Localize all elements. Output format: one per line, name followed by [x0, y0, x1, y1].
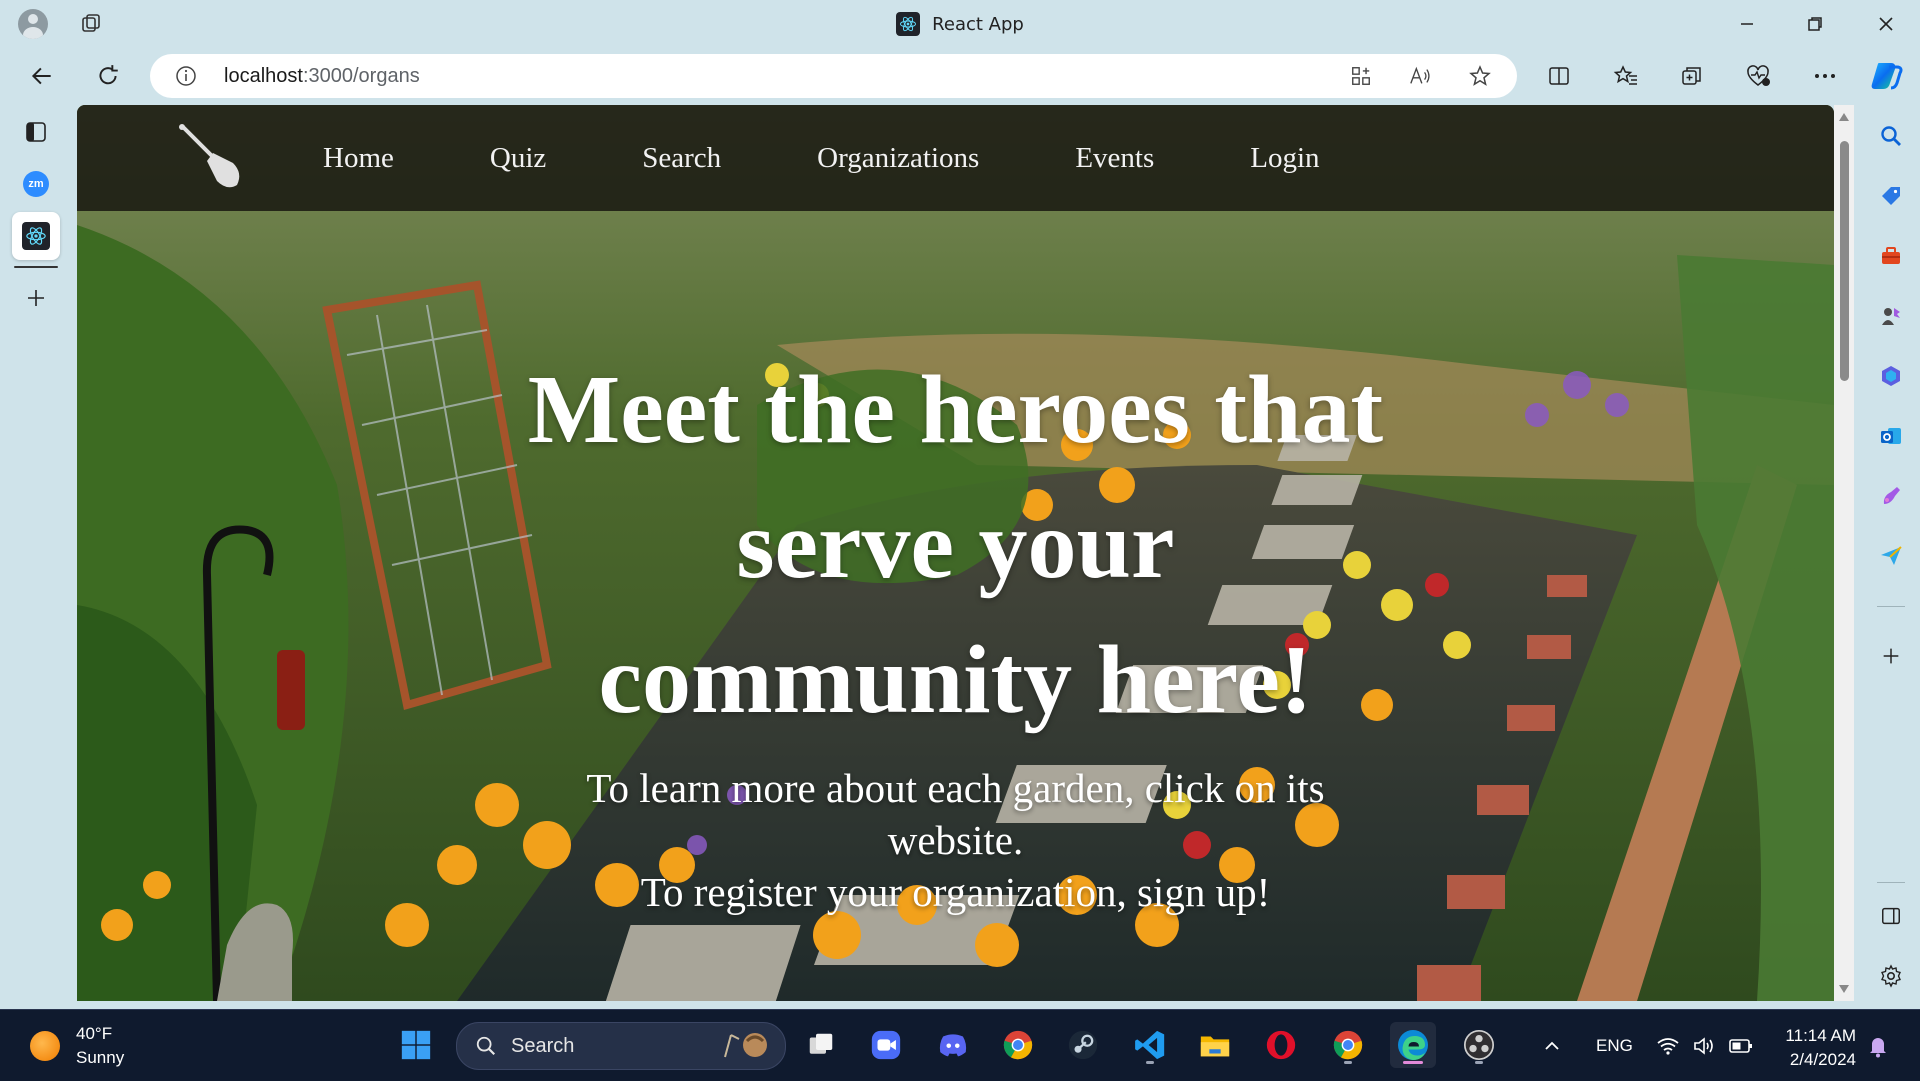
weather-description: Sunny	[76, 1048, 125, 1067]
task-view-icon[interactable]	[798, 1022, 844, 1068]
taskbar-search-icon	[476, 1036, 496, 1056]
back-button[interactable]	[22, 56, 62, 96]
file-explorer-icon[interactable]	[1192, 1022, 1238, 1068]
sidebar-settings-icon[interactable]	[1871, 956, 1911, 996]
windows-start-icon[interactable]	[393, 1022, 439, 1068]
window-title: React App	[932, 13, 1024, 35]
read-aloud-icon[interactable]	[1406, 62, 1434, 90]
refresh-button[interactable]	[88, 56, 128, 96]
tab-zoom[interactable]: zm	[12, 160, 60, 208]
nav-link-home[interactable]: Home	[323, 142, 394, 175]
restore-button[interactable]	[1781, 0, 1849, 48]
nav-link-events[interactable]: Events	[1075, 142, 1154, 175]
sidebar-separator	[1877, 606, 1905, 607]
sidebar-send-icon[interactable]	[1871, 536, 1911, 576]
chrome-app-icon[interactable]	[995, 1022, 1041, 1068]
opera-app-icon[interactable]	[1258, 1022, 1304, 1068]
running-indicator	[1344, 1061, 1352, 1064]
split-screen-icon[interactable]	[1539, 56, 1579, 96]
zoom-favicon-icon: zm	[23, 171, 49, 197]
site-nav-links: Home Quiz Search Organizations Events Lo…	[323, 105, 1416, 211]
nav-link-quiz[interactable]: Quiz	[490, 142, 546, 175]
sunny-weather-icon	[30, 1031, 60, 1061]
collections-icon[interactable]	[1672, 56, 1712, 96]
window-titlebar: React App	[0, 0, 1920, 48]
page-scrollbar[interactable]	[1834, 105, 1854, 1001]
edge-sidebar	[1862, 104, 1920, 1004]
address-url[interactable]: localhost:3000/organs	[224, 54, 420, 98]
new-tab-button[interactable]	[12, 274, 60, 322]
taskbar-search-box[interactable]: Search	[456, 1022, 786, 1070]
hero-subtitle-learn: To learn more about each garden, click o…	[586, 765, 1325, 863]
running-indicator	[1475, 1061, 1483, 1064]
scrollbar-thumb[interactable]	[1840, 141, 1849, 381]
weather-temperature: 40°F	[76, 1024, 113, 1043]
chrome-profile-app-icon[interactable]	[1325, 1022, 1371, 1068]
sidebar-separator	[1877, 882, 1905, 883]
sidebar-shopping-icon[interactable]	[1871, 176, 1911, 216]
active-tab-indicator	[14, 266, 58, 268]
volume-icon[interactable]	[1692, 1010, 1716, 1081]
hero-subtitle-register: To register your organization, sign up!	[640, 869, 1271, 915]
wifi-icon[interactable]	[1656, 1010, 1680, 1081]
site-info-icon[interactable]	[174, 64, 198, 92]
browser-essentials-icon[interactable]	[1739, 56, 1779, 96]
taskbar-search-label: Search	[511, 1035, 575, 1057]
vertical-tabs-bar: zm	[0, 104, 72, 1004]
scroll-down-arrow-icon[interactable]	[1839, 985, 1849, 993]
scroll-up-arrow-icon[interactable]	[1839, 113, 1849, 121]
nav-link-organizations[interactable]: Organizations	[817, 142, 979, 175]
running-indicator	[1146, 1061, 1154, 1064]
site-navbar: Home Quiz Search Organizations Events Lo…	[77, 105, 1834, 211]
window-title-area: React App	[0, 0, 1920, 48]
hero-title: Meet the heroes that serve your communit…	[527, 356, 1384, 734]
system-clock[interactable]: 11:14 AM 2/4/2024	[1776, 1024, 1856, 1072]
sidebar-hide-icon[interactable]	[1871, 896, 1911, 936]
nav-link-search[interactable]: Search	[642, 142, 721, 175]
page-viewport: Home Quiz Search Organizations Events Lo…	[77, 105, 1834, 1001]
react-app-favicon-icon	[896, 12, 921, 36]
sidebar-tools-icon[interactable]	[1871, 236, 1911, 276]
address-bar[interactable]: localhost:3000/organs	[150, 54, 1517, 98]
favorite-star-icon[interactable]	[1466, 62, 1494, 90]
edge-app-icon[interactable]	[1390, 1022, 1436, 1068]
sidebar-outlook-icon[interactable]	[1871, 416, 1911, 456]
url-host: localhost	[224, 65, 303, 87]
obs-app-icon[interactable]	[1456, 1022, 1502, 1068]
active-window-indicator	[1403, 1061, 1423, 1064]
windows-taskbar: 40°F Sunny Search ENG 11:14 AM 2/4/2024	[0, 1009, 1920, 1081]
clock-time: 11:14 AM	[1785, 1026, 1856, 1045]
shovel-logo-icon[interactable]	[177, 123, 249, 195]
more-options-icon[interactable]	[1805, 56, 1845, 96]
sidebar-add-icon[interactable]	[1871, 636, 1911, 676]
hero-section: Meet the heroes that serve your communit…	[77, 343, 1834, 918]
show-hidden-icons-icon[interactable]	[1542, 1010, 1562, 1081]
discord-app-icon[interactable]	[930, 1022, 976, 1068]
battery-icon[interactable]	[1728, 1010, 1754, 1081]
input-language[interactable]: ENG	[1596, 1010, 1633, 1081]
vscode-app-icon[interactable]	[1127, 1022, 1173, 1068]
notifications-bell-icon[interactable]	[1866, 1010, 1890, 1081]
sidebar-microsoft365-icon[interactable]	[1871, 356, 1911, 396]
close-button[interactable]	[1852, 0, 1920, 48]
copilot-icon[interactable]	[1866, 56, 1906, 96]
zoom-app-icon[interactable]	[863, 1022, 909, 1068]
sidebar-search-icon[interactable]	[1871, 116, 1911, 156]
sidebar-games-icon[interactable]	[1871, 296, 1911, 336]
favorites-icon[interactable]	[1606, 56, 1646, 96]
minimize-button[interactable]	[1713, 0, 1781, 48]
sidebar-designer-icon[interactable]	[1871, 476, 1911, 516]
search-highlight-icon	[724, 1033, 767, 1058]
browser-toolbar: localhost:3000/organs	[0, 48, 1920, 104]
url-path: :3000/organs	[302, 65, 420, 87]
steam-app-icon[interactable]	[1060, 1022, 1106, 1068]
nav-link-login[interactable]: Login	[1250, 142, 1319, 175]
tab-react-app[interactable]	[12, 212, 60, 260]
tab-actions-icon[interactable]	[12, 108, 60, 156]
app-available-icon[interactable]	[1347, 62, 1375, 90]
react-app-tab-icon	[22, 222, 50, 250]
weather-widget[interactable]: 40°F Sunny	[30, 1022, 124, 1070]
clock-date: 2/4/2024	[1789, 1050, 1856, 1069]
